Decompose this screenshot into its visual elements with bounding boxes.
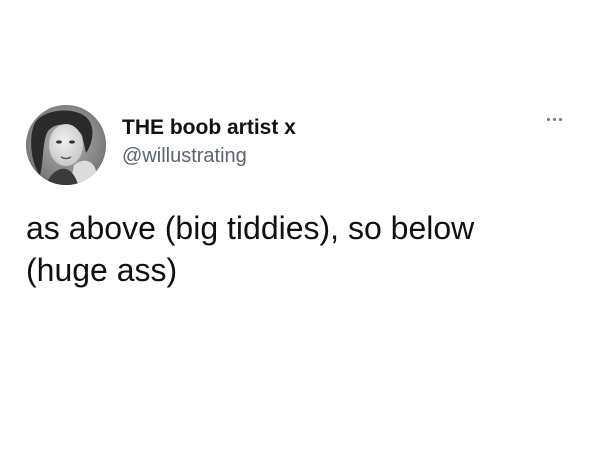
tweet-text-line: (huge ass)	[26, 252, 178, 288]
tweet-text-line: as above (big tiddies), so below	[26, 210, 475, 246]
more-dot	[559, 118, 562, 121]
more-dot	[553, 118, 556, 121]
display-name[interactable]: THE boob artist x	[122, 114, 296, 141]
tweet-card: THE boob artist x @willustrating as abov…	[0, 0, 600, 450]
avatar-photo	[26, 105, 106, 185]
avatar[interactable]	[26, 105, 106, 185]
more-dot	[547, 118, 550, 121]
user-handle[interactable]: @willustrating	[122, 143, 296, 170]
more-options-icon[interactable]	[547, 118, 562, 121]
tweet-text: as above (big tiddies), so below (huge a…	[26, 207, 571, 291]
tweet-header: THE boob artist x @willustrating	[26, 105, 296, 185]
author-names: THE boob artist x @willustrating	[122, 114, 296, 170]
